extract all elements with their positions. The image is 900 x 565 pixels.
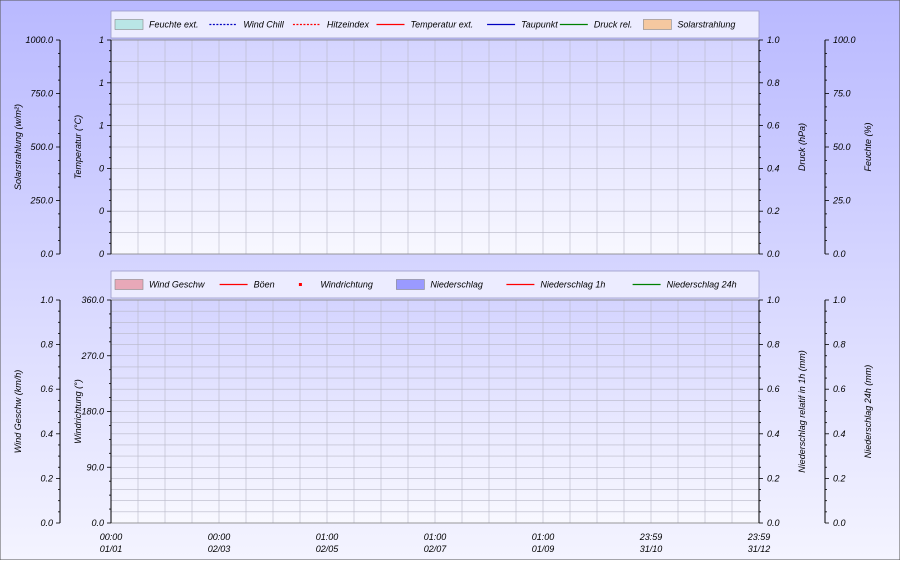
x-axis-date-label: 02/07 (424, 544, 448, 554)
panel2-right_inner-axis-title: Niederschlag relatif in 1h (mm) (797, 350, 807, 473)
panel2-left_outer-axis-title: Wind Geschw (km/h) (13, 370, 23, 453)
panel1-right_outer-tick-label: 75.0 (833, 89, 851, 99)
panel1-legend-swatch (114, 19, 144, 30)
panel2-right_inner-tick-label: 0.8 (767, 340, 780, 350)
x-axis-date-label: 31/10 (640, 544, 663, 554)
panel1-right_inner-tick-label: 0.4 (767, 163, 780, 173)
panel1-left_inner-axis-title: Temperatur (°C) (73, 115, 83, 179)
panel2-left_inner-axis-title: Windrichtung (°) (73, 379, 83, 444)
panel1-right_inner-tick-label: 0.0 (767, 249, 780, 259)
panel2-right_outer-tick-label: 0.8 (833, 340, 846, 350)
panel1-left_outer-axis-title: Solarstrahlung (w/m²) (13, 104, 23, 190)
panel1-right_inner-tick-label: 1.0 (767, 35, 780, 45)
panel2-right_outer-tick-label: 0.4 (833, 429, 846, 439)
panel1-left_inner-tick-label: 0 (99, 206, 104, 216)
panel1-left_outer-tick-label: 0.0 (40, 249, 53, 259)
panel2-legend-swatch (114, 279, 144, 290)
panel2-left_outer-tick-label: 0.4 (40, 429, 53, 439)
panel1-left_outer-tick-label: 750.0 (30, 89, 53, 99)
panel1-right_outer-tick-label: 25.0 (832, 196, 851, 206)
panel1-legend-label: Wind Chill (243, 20, 284, 30)
panel2-left_outer-tick-label: 0.0 (40, 518, 53, 528)
panel2-legend-label: Wind Geschw (149, 280, 205, 290)
panel1-left_inner-tick-label: 0 (99, 249, 104, 259)
panel1-left_inner-tick-label: 1 (99, 121, 104, 131)
panel2-legend-label: Niederschlag (430, 280, 483, 290)
panel2-left_inner-tick-label: 0.0 (91, 518, 104, 528)
x-axis-date-label: 02/05 (316, 544, 340, 554)
x-axis-time-label: 01:00 (424, 532, 447, 542)
panel1-legend-label: Taupunkt (521, 20, 558, 30)
x-axis-time-label: 23:59 (639, 532, 663, 542)
panel1-right_outer-tick-label: 100.0 (833, 35, 856, 45)
panel1-legend-label: Hitzeindex (327, 20, 370, 30)
panel2-right_outer-tick-label: 0.0 (833, 518, 846, 528)
panel1-left_inner-tick-label: 1 (99, 35, 104, 45)
panel2-left_outer-tick-label: 0.2 (40, 473, 53, 483)
weather-chart: 0.0250.0500.0750.01000.0Solarstrahlung (… (0, 0, 900, 561)
panel2-right_inner-tick-label: 1.0 (767, 295, 780, 305)
panel1-legend-swatch (643, 19, 672, 30)
panel2-right_outer-tick-label: 1.0 (833, 295, 846, 305)
panel1-right_inner-tick-label: 0.8 (767, 78, 780, 88)
panel2-left_outer-tick-label: 0.8 (40, 340, 53, 350)
panel1-right_inner-tick-label: 0.6 (767, 121, 780, 131)
panel2-left_inner-tick-label: 360.0 (81, 295, 104, 305)
panel2-right_outer-tick-label: 0.6 (833, 384, 846, 394)
panel1-legend-label: Temperatur ext. (411, 20, 474, 30)
panel1-left_inner-tick-label: 1 (99, 78, 104, 88)
panel1-right_inner-tick-label: 0.2 (767, 206, 780, 216)
panel2-legend-swatch (396, 279, 425, 290)
panel2-right_outer-axis-title: Niederschlag 24h (mm) (863, 365, 873, 459)
x-axis-date-label: 01/01 (100, 544, 123, 554)
x-axis-date-label: 01/09 (532, 544, 555, 554)
panel2-left_outer-tick-label: 1.0 (40, 295, 53, 305)
x-axis-time-label: 01:00 (316, 532, 339, 542)
panel1-legend-label: Druck rel. (594, 20, 633, 30)
x-axis-date-label: 31/12 (748, 544, 771, 554)
x-axis-date-label: 02/03 (208, 544, 231, 554)
panel2-right_inner-tick-label: 0.4 (767, 429, 780, 439)
panel2-legend-label: Niederschlag 24h (667, 280, 737, 290)
panel2-legend-label: Böen (254, 280, 275, 290)
x-axis-time-label: 01:00 (532, 532, 555, 542)
panel2-left_outer-tick-label: 0.6 (40, 384, 53, 394)
x-axis-time-label: 23:59 (747, 532, 771, 542)
panel2-left_inner-tick-label: 270.0 (80, 351, 104, 361)
panel1-right_inner-axis-title: Druck (hPa) (797, 123, 807, 171)
panel2-legend-swatch (298, 283, 302, 286)
panel2-left_inner-tick-label: 180.0 (81, 407, 104, 417)
panel1-legend-label: Solarstrahlung (677, 20, 735, 30)
panel1-left_inner-tick-label: 0 (99, 163, 104, 173)
panel1-right_outer-tick-label: 50.0 (833, 142, 851, 152)
panel1-left_outer-tick-label: 500.0 (30, 142, 53, 152)
panel2-legend-label: Windrichtung (320, 280, 372, 290)
panel2-legend-label: Niederschlag 1h (540, 280, 605, 290)
panel1-right_outer-axis-title: Feuchte (%) (863, 122, 873, 171)
panel1-left_outer-tick-label: 250.0 (29, 196, 53, 206)
panel2-right_outer-tick-label: 0.2 (833, 473, 846, 483)
x-axis-time-label: 00:00 (208, 532, 231, 542)
panel2-right_inner-tick-label: 0.6 (767, 384, 780, 394)
weather-chart-window: 0.0 250.0 500.0 750.0 1000.0 Solarstrahlung (… (0, 0, 900, 561)
panel2-left_inner-tick-label: 90.0 (86, 462, 104, 472)
panel1-left_outer-tick-label: 1000.0 (25, 35, 53, 45)
panel1-right_outer-tick-label: 0.0 (833, 249, 846, 259)
panel1-legend-label: Feuchte ext. (149, 20, 199, 30)
panel2-right_inner-tick-label: 0.2 (767, 473, 780, 483)
panel2-right_inner-tick-label: 0.0 (767, 518, 780, 528)
x-axis-time-label: 00:00 (100, 532, 123, 542)
